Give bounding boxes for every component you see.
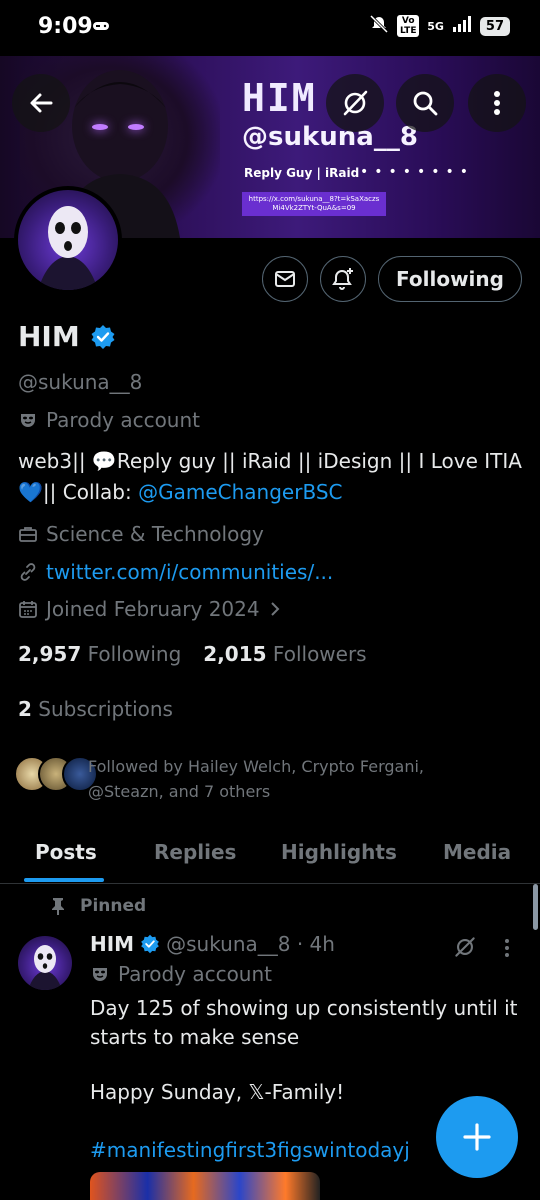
profile-joined[interactable]: Joined February 2024 xyxy=(18,597,282,621)
grok-button[interactable] xyxy=(326,74,384,132)
notify-button[interactable] xyxy=(320,256,366,302)
post-avatar-image xyxy=(28,945,62,990)
post-parody-label: Parody account xyxy=(90,962,272,986)
verified-badge-icon xyxy=(141,934,159,954)
bio-line-2: 💙|| Collab: @GameChangerBSC xyxy=(18,480,343,504)
bio-mention-link[interactable]: @GameChangerBSC xyxy=(138,480,342,504)
bio-line-1: web3|| 💬Reply guy || iRaid || iDesign ||… xyxy=(18,449,522,473)
post-header: HIM @sukuna__8 · 4h xyxy=(90,932,335,956)
post-grok-button[interactable] xyxy=(452,934,478,964)
followers-count-link[interactable]: 2,015 Followers xyxy=(203,642,366,666)
mute-icon xyxy=(369,14,389,38)
compose-button[interactable] xyxy=(436,1096,518,1178)
post-text: Day 125 of showing up consistently until… xyxy=(90,996,518,1049)
network-label: 5G xyxy=(427,19,444,33)
profile-handle: @sukuna__8 xyxy=(18,370,143,394)
profile-name: HIM xyxy=(18,320,80,353)
post-avatar[interactable] xyxy=(18,936,72,990)
search-button[interactable] xyxy=(396,74,454,132)
more-options-button[interactable] xyxy=(468,74,526,132)
notification-plus-icon xyxy=(332,268,353,290)
message-button[interactable] xyxy=(262,256,308,302)
post-meta: @sukuna__8 · 4h xyxy=(166,932,335,956)
tab-highlights[interactable]: Highlights xyxy=(281,840,397,864)
back-button[interactable] xyxy=(12,74,70,132)
mask-icon xyxy=(93,968,107,981)
profile-category: Science & Technology xyxy=(18,522,264,546)
profile-avatar[interactable] xyxy=(14,186,122,294)
tab-posts[interactable]: Posts xyxy=(35,840,97,864)
status-time: 9:09 xyxy=(38,14,93,39)
banner-title: HIM xyxy=(242,76,317,120)
status-icons: Vo LTE 5G 57 xyxy=(369,14,510,38)
profile-bio: web3|| 💬Reply guy || iRaid || iDesign ||… xyxy=(18,446,528,508)
grok-icon xyxy=(455,937,475,957)
post-author-name[interactable]: HIM xyxy=(90,932,134,956)
profile-link-row: twitter.com/i/communities/... xyxy=(18,560,333,584)
tab-media[interactable]: Media xyxy=(443,840,511,864)
category-text: Science & Technology xyxy=(46,522,264,546)
profile-link[interactable]: twitter.com/i/communities/... xyxy=(46,560,333,584)
battery-level: 57 xyxy=(479,16,510,36)
search-icon xyxy=(413,91,438,116)
parody-label[interactable]: Parody account xyxy=(18,408,200,432)
signal-icon xyxy=(452,15,472,37)
post-more-button[interactable] xyxy=(504,938,510,962)
grok-icon xyxy=(343,90,368,116)
gamepad-icon xyxy=(92,18,110,37)
back-arrow-icon xyxy=(30,93,53,113)
volte-badge: Vo LTE xyxy=(397,15,420,37)
status-bar: 9:09 Vo LTE 5G 57 xyxy=(0,0,540,56)
avatar-image xyxy=(38,206,98,290)
profile-tabs: Posts Replies Highlights Media xyxy=(0,826,540,884)
more-icon xyxy=(505,939,509,957)
link-icon xyxy=(20,563,36,581)
followed-by-avatars[interactable] xyxy=(14,756,98,792)
profile-name-row: HIM xyxy=(18,320,116,353)
banner-subtitle: Reply Guy | iRaid xyxy=(244,166,360,180)
banner-dots: •••••••• xyxy=(360,164,475,180)
parody-text: Parody account xyxy=(46,408,201,432)
active-tab-indicator xyxy=(24,878,104,882)
verified-badge-icon[interactable] xyxy=(90,324,116,350)
compose-plus-icon xyxy=(463,1123,491,1151)
pin-icon xyxy=(52,898,64,915)
following-count-link[interactable]: 2,957 Following xyxy=(18,642,181,666)
briefcase-icon xyxy=(19,527,37,542)
banner-link: https://x.com/sukuna__8?t=kSaXaczsMi4Vk2… xyxy=(242,192,386,216)
post-text-greeting: Happy Sunday, 𝕏-Family! xyxy=(90,1080,345,1104)
follow-counts: 2,957 Following 2,015 Followers xyxy=(18,642,367,666)
mask-icon xyxy=(21,414,35,427)
scrollbar[interactable] xyxy=(533,884,538,930)
tab-replies[interactable]: Replies xyxy=(154,840,236,864)
followed-by-text[interactable]: Followed by Hailey Welch, Crypto Fergani… xyxy=(88,754,528,804)
pinned-label: Pinned xyxy=(50,896,146,916)
chevron-right-icon xyxy=(270,602,280,616)
subscriptions-link[interactable]: 2 Subscriptions xyxy=(18,697,173,721)
post-media-image[interactable] xyxy=(90,1172,320,1200)
message-icon xyxy=(275,271,295,287)
following-button[interactable]: Following xyxy=(378,256,522,302)
post-hashtag-link[interactable]: #manifestingfirst3figswintodayj xyxy=(90,1138,410,1162)
joined-text: Joined February 2024 xyxy=(46,597,260,621)
calendar-icon xyxy=(19,601,37,618)
banner-handle: @sukuna__8 xyxy=(242,122,418,152)
more-icon xyxy=(494,91,500,115)
